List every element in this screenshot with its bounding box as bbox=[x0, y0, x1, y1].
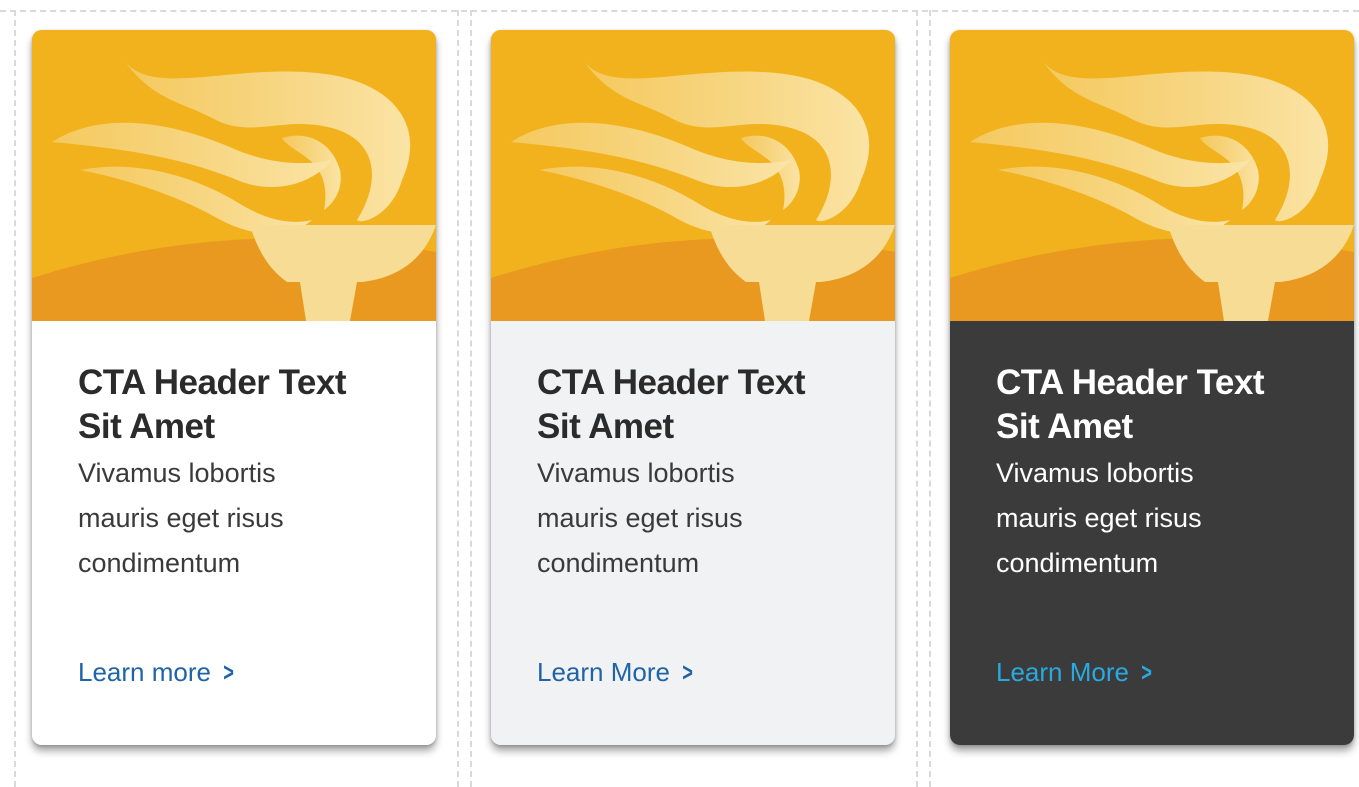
learn-more-label: Learn More bbox=[996, 657, 1129, 687]
torch-icon bbox=[32, 30, 436, 321]
guide-line-divider-1a bbox=[457, 10, 459, 787]
card-description: Vivamus lobortis mauris eget risus condi… bbox=[996, 451, 1316, 586]
guide-line-divider-2b bbox=[929, 10, 931, 787]
card-desc-line-2: mauris eget risus bbox=[78, 503, 284, 533]
guide-line-divider-2a bbox=[916, 10, 918, 787]
guide-line-divider-1b bbox=[470, 10, 472, 787]
card-title-line-1: CTA Header Text bbox=[537, 363, 806, 402]
torch-icon bbox=[950, 30, 1354, 321]
card-description: Vivamus lobortis mauris eget risus condi… bbox=[537, 451, 857, 586]
card-desc-line-1: Vivamus lobortis bbox=[537, 458, 735, 488]
cta-card-dark[interactable]: CTA Header Text Sit Amet Vivamus loborti… bbox=[950, 30, 1354, 745]
card-title: CTA Header Text Sit Amet bbox=[78, 361, 418, 449]
chevron-right-icon: > bbox=[223, 657, 234, 687]
card-desc-line-2: mauris eget risus bbox=[537, 503, 743, 533]
card-desc-line-3: condimentum bbox=[537, 548, 700, 578]
card-title-line-1: CTA Header Text bbox=[996, 363, 1265, 402]
card-body: CTA Header Text Sit Amet Vivamus loborti… bbox=[32, 321, 436, 745]
learn-more-label: Learn More bbox=[537, 657, 670, 687]
card-title-line-2: Sit Amet bbox=[996, 407, 1133, 446]
learn-more-link[interactable]: Learn more > bbox=[78, 655, 236, 689]
chevron-right-icon: > bbox=[1141, 657, 1152, 687]
card-title-line-2: Sit Amet bbox=[537, 407, 674, 446]
card-desc-line-1: Vivamus lobortis bbox=[996, 458, 1194, 488]
guide-line-top bbox=[0, 10, 1359, 12]
card-banner-image bbox=[491, 30, 895, 321]
card-banner-image bbox=[950, 30, 1354, 321]
learn-more-label: Learn more bbox=[78, 657, 211, 687]
card-desc-line-3: condimentum bbox=[78, 548, 241, 578]
card-title-line-2: Sit Amet bbox=[78, 407, 215, 446]
card-body: CTA Header Text Sit Amet Vivamus loborti… bbox=[950, 321, 1354, 745]
guide-line-left bbox=[14, 10, 16, 787]
card-banner-image bbox=[32, 30, 436, 321]
card-desc-line-2: mauris eget risus bbox=[996, 503, 1202, 533]
card-desc-line-3: condimentum bbox=[996, 548, 1159, 578]
cta-card-light-gray[interactable]: CTA Header Text Sit Amet Vivamus loborti… bbox=[491, 30, 895, 745]
card-desc-line-1: Vivamus lobortis bbox=[78, 458, 276, 488]
card-title: CTA Header Text Sit Amet bbox=[996, 361, 1336, 449]
learn-more-link[interactable]: Learn More > bbox=[996, 655, 1154, 689]
chevron-right-icon: > bbox=[682, 657, 693, 687]
card-title-line-1: CTA Header Text bbox=[78, 363, 347, 402]
card-body: CTA Header Text Sit Amet Vivamus loborti… bbox=[491, 321, 895, 745]
cta-card-white[interactable]: CTA Header Text Sit Amet Vivamus loborti… bbox=[32, 30, 436, 745]
learn-more-link[interactable]: Learn More > bbox=[537, 655, 695, 689]
card-title: CTA Header Text Sit Amet bbox=[537, 361, 877, 449]
torch-icon bbox=[491, 30, 895, 321]
card-description: Vivamus lobortis mauris eget risus condi… bbox=[78, 451, 398, 586]
